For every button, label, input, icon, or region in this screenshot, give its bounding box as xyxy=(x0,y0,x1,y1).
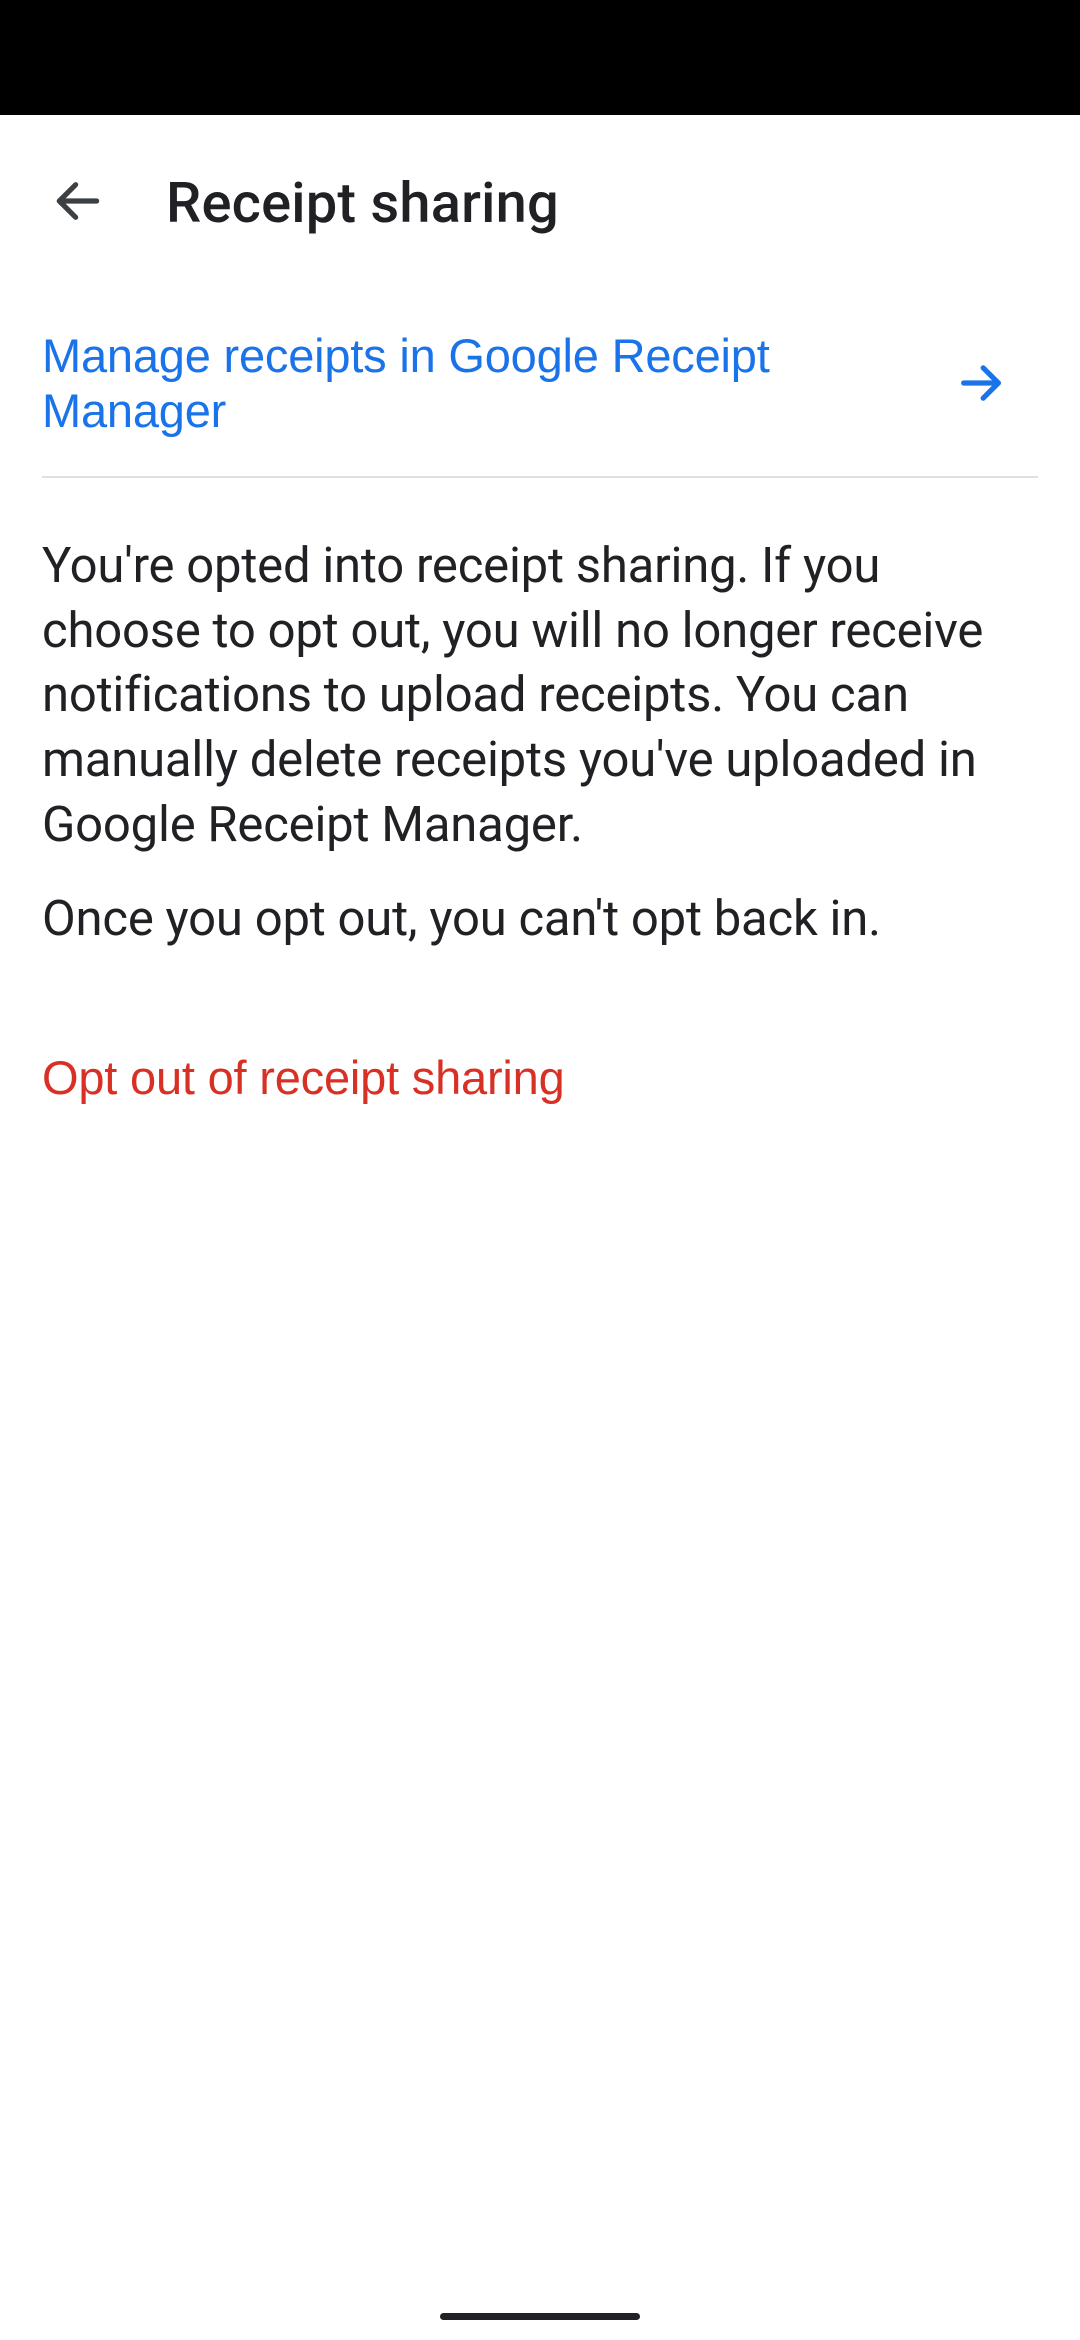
arrow-right-icon xyxy=(924,357,1038,409)
arrow-left-icon xyxy=(50,173,106,232)
manage-receipts-label: Manage receipts in Google Receipt Manage… xyxy=(42,328,924,438)
description-paragraph-2: Once you opt out, you can't opt back in. xyxy=(42,887,1038,952)
description-block: You're opted into receipt sharing. If yo… xyxy=(42,478,1038,952)
content-area: Manage receipts in Google Receipt Manage… xyxy=(0,290,1080,1105)
opt-out-button[interactable]: Opt out of receipt sharing xyxy=(42,1050,565,1105)
description-paragraph-1: You're opted into receipt sharing. If yo… xyxy=(42,534,1038,857)
status-bar xyxy=(0,0,1080,115)
manage-receipts-link[interactable]: Manage receipts in Google Receipt Manage… xyxy=(42,290,1038,478)
app-bar: Receipt sharing xyxy=(0,115,1080,290)
navigation-handle[interactable] xyxy=(440,2313,640,2320)
back-button[interactable] xyxy=(42,167,114,239)
page-title: Receipt sharing xyxy=(166,170,559,236)
